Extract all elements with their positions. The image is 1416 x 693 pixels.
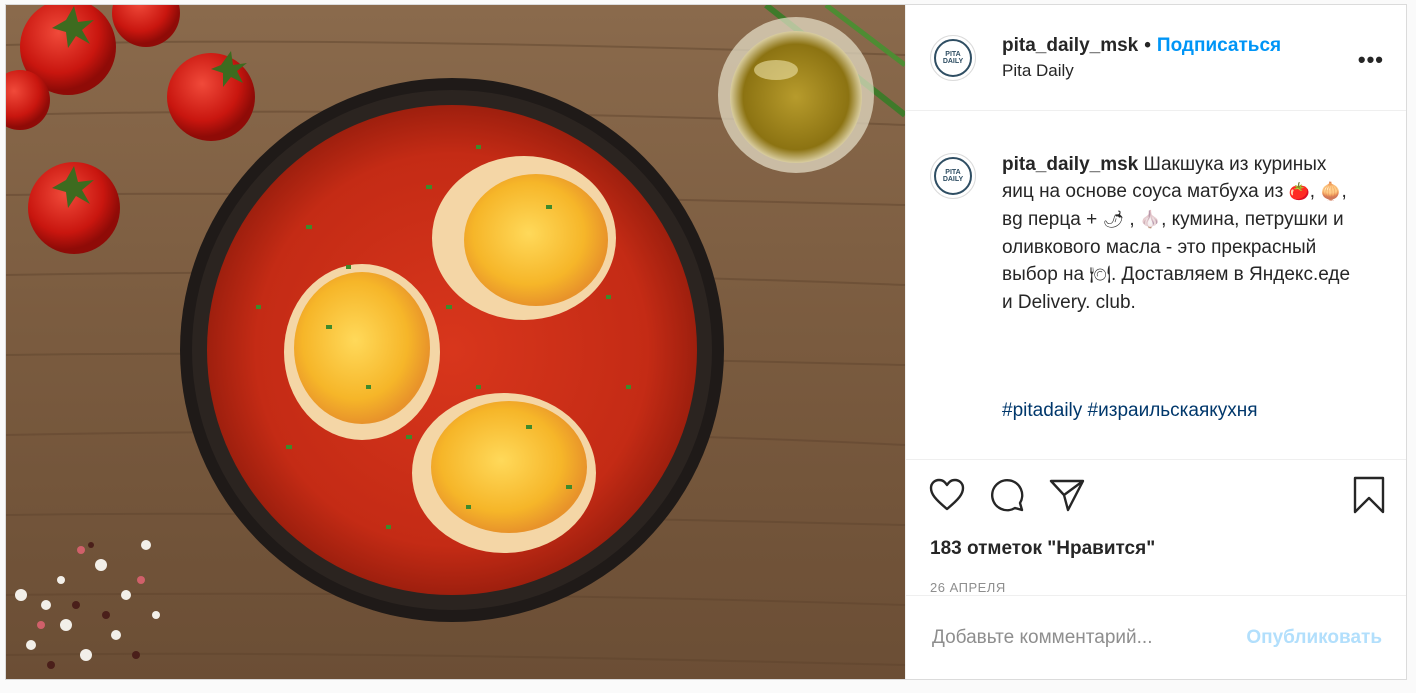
- post-card: PITA DAILY pita_daily_msk • Подписаться Pi…: [5, 4, 1407, 680]
- username-link[interactable]: pita_daily_msk: [1002, 35, 1138, 56]
- comment-input[interactable]: [930, 625, 1247, 650]
- follow-button[interactable]: Подписаться: [1157, 35, 1281, 56]
- location-link[interactable]: Pita Daily: [1002, 61, 1281, 81]
- header-line: pita_daily_msk • Подписаться: [1002, 35, 1281, 57]
- bookmark-icon[interactable]: [1352, 476, 1386, 514]
- more-options-icon[interactable]: •••: [1358, 49, 1384, 71]
- action-bar: [906, 460, 1406, 530]
- post-header: PITA DAILY pita_daily_msk • Подписаться Pi…: [906, 5, 1406, 111]
- share-icon[interactable]: [1048, 476, 1086, 514]
- avatar-logo: PITA DAILY: [934, 157, 972, 195]
- tomato-emoji: 🍅: [1288, 182, 1310, 202]
- caption-username[interactable]: pita_daily_msk: [1002, 154, 1138, 175]
- caption-segment: ,: [1124, 209, 1140, 230]
- comment-box: Опубликовать: [906, 595, 1406, 679]
- separator-dot: •: [1144, 34, 1151, 56]
- pepper-emoji: 🌶: [1102, 210, 1125, 230]
- garlic-emoji: 🧄: [1139, 210, 1162, 230]
- caption-area: PITA DAILY pita_daily_msk Шакшука из кур…: [906, 111, 1406, 460]
- shakshuka-photo: [6, 5, 905, 679]
- plate-emoji: 🍽: [1089, 265, 1111, 285]
- heart-icon[interactable]: [928, 476, 966, 514]
- avatar[interactable]: PITA DAILY: [930, 34, 976, 81]
- post-date: 26 АПРЕЛЯ: [930, 580, 1006, 595]
- post-sidebar: PITA DAILY pita_daily_msk • Подписаться Pi…: [905, 5, 1406, 679]
- caption-text: pita_daily_msk Шакшука из куриных яиц на…: [1002, 151, 1352, 459]
- caption-body: Шакшука из куриных яиц на основе соуса м…: [1002, 154, 1350, 313]
- likes-count[interactable]: 183 отметок "Нравится": [906, 530, 1406, 560]
- publish-button[interactable]: Опубликовать: [1246, 627, 1382, 649]
- comment-icon[interactable]: [988, 476, 1026, 514]
- onion-emoji: 🧅: [1320, 182, 1342, 202]
- hashtags[interactable]: #pitadaily #израильскаякухня: [1002, 397, 1352, 424]
- header-text: pita_daily_msk • Подписаться Pita Daily: [1002, 35, 1281, 81]
- caption-segment: ,: [1309, 181, 1321, 202]
- caption-avatar[interactable]: PITA DAILY: [930, 153, 976, 199]
- avatar-logo: PITA DAILY: [934, 38, 972, 77]
- post-photo[interactable]: [6, 5, 905, 679]
